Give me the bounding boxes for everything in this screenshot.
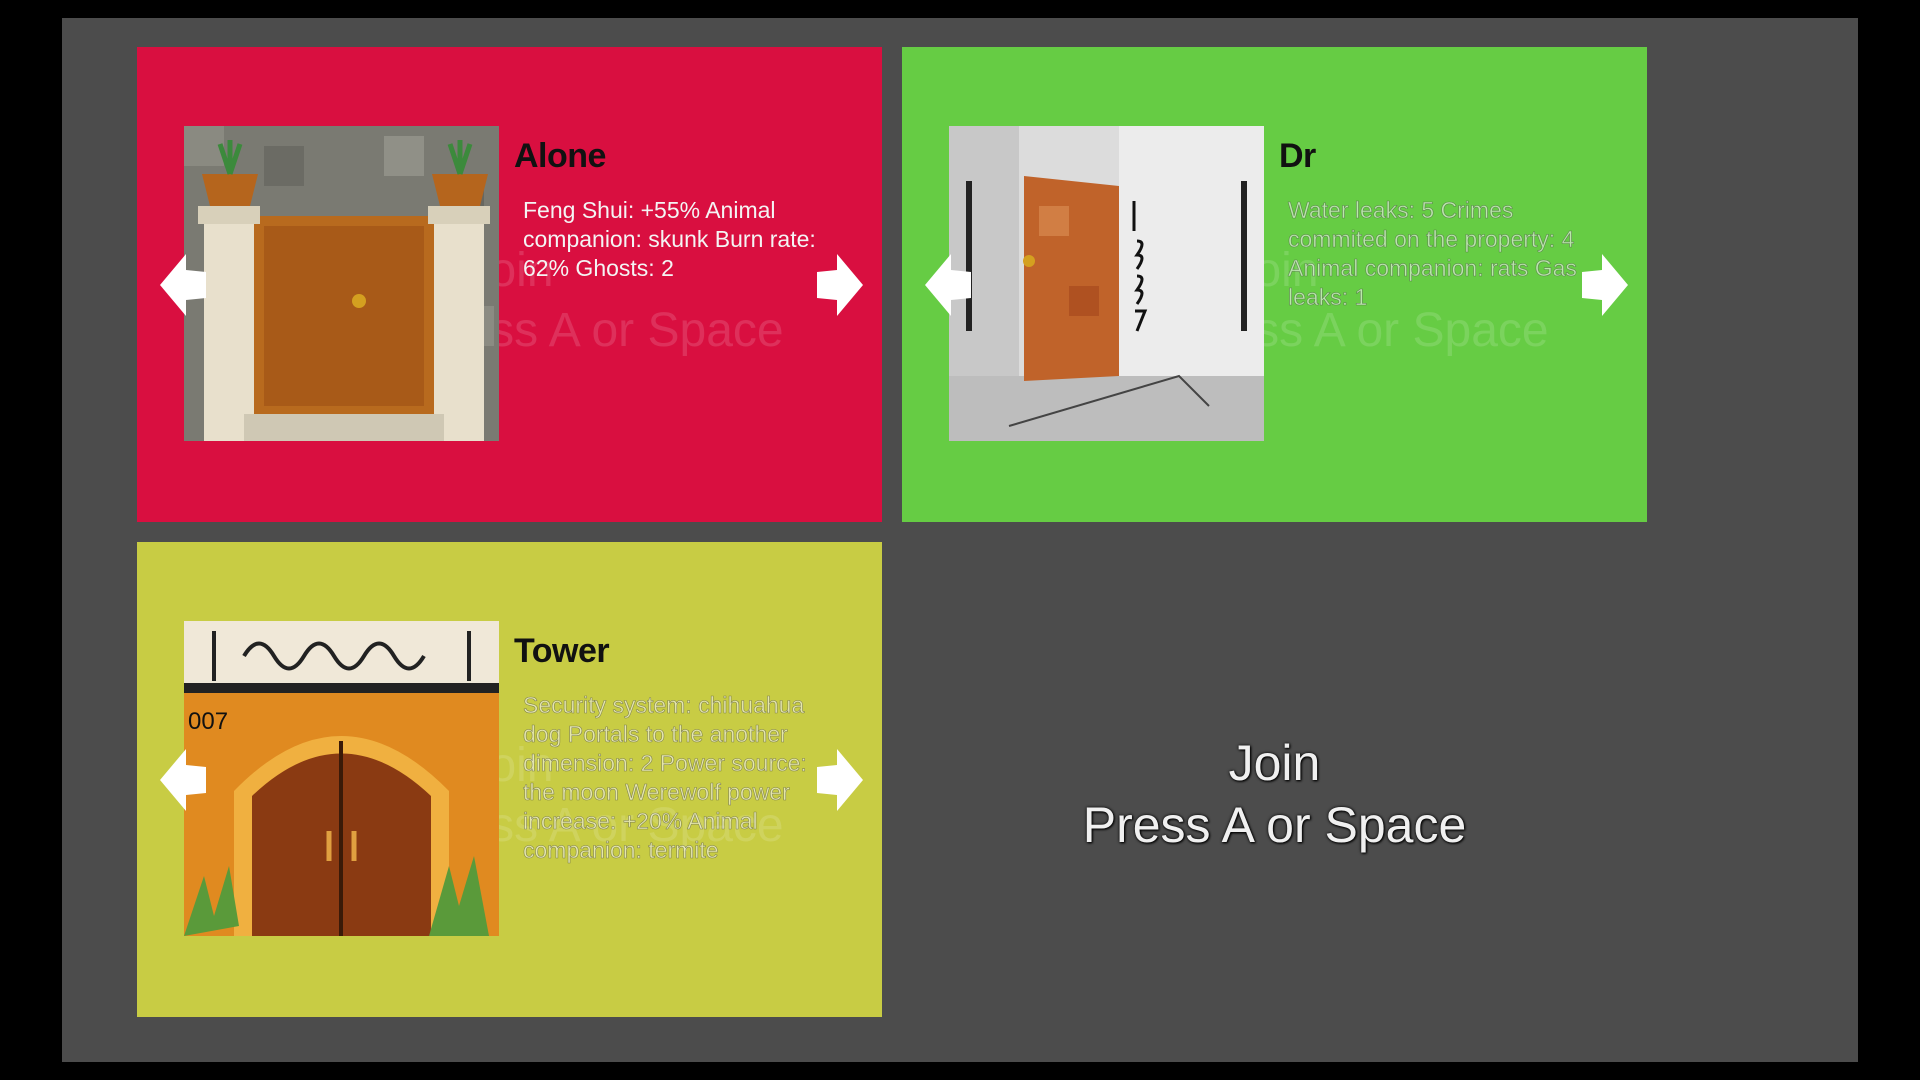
- arrow-left-icon[interactable]: [158, 250, 208, 320]
- svg-text:007: 007: [188, 708, 228, 735]
- door-name: Alone: [514, 137, 606, 175]
- door-description: Security system: chihuahua dog Portals t…: [523, 692, 807, 864]
- door-name: Dr: [1279, 137, 1316, 175]
- player-panel-2: Join Press A or Space Dr Water leaks: 5 …: [902, 47, 1647, 522]
- door-image: [949, 126, 1264, 441]
- arrow-right-icon[interactable]: [1580, 250, 1630, 320]
- player-panel-3: Join Press A or Space 007 Tower Security…: [137, 542, 882, 1017]
- arrow-right-icon[interactable]: [815, 745, 865, 815]
- door-description: Water leaks: 5 Crimes commited on the pr…: [1288, 197, 1578, 311]
- arrow-right-icon[interactable]: [815, 250, 865, 320]
- player-panel-4-empty[interactable]: Join Press A or Space: [902, 542, 1647, 1017]
- door-description: Feng Shui: +55% Animal companion: skunk …: [523, 197, 816, 281]
- arrow-left-icon[interactable]: [923, 250, 973, 320]
- join-prompt: Join Press A or Space: [902, 732, 1647, 856]
- arrow-left-icon[interactable]: [158, 745, 208, 815]
- press-prompt: Press A or Space: [1082, 797, 1467, 853]
- lobby-frame: Join Press A or Space Alone Feng Shui: +…: [62, 18, 1858, 1062]
- door-image: [184, 126, 499, 441]
- door-image: 007: [184, 621, 499, 936]
- join-label: Join: [1228, 735, 1321, 791]
- player-panel-1: Join Press A or Space Alone Feng Shui: +…: [137, 47, 882, 522]
- door-name: Tower: [514, 632, 610, 670]
